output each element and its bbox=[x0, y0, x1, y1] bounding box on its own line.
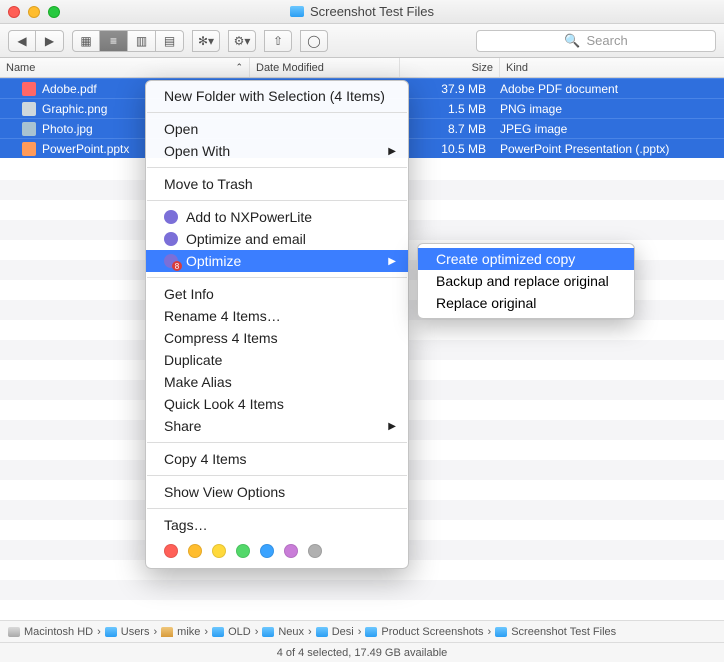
path-crumb[interactable]: OLD bbox=[212, 626, 251, 638]
close-window-button[interactable] bbox=[8, 6, 20, 18]
menu-quicklook[interactable]: Quick Look 4 Items bbox=[146, 393, 408, 415]
tag-blue[interactable] bbox=[260, 544, 274, 558]
submenu-arrow-icon: ▶ bbox=[388, 146, 396, 157]
tag-gray[interactable] bbox=[308, 544, 322, 558]
pdf-icon bbox=[22, 82, 36, 96]
menu-nxp-optimize[interactable]: Optimize▶ bbox=[146, 250, 408, 272]
menu-nxp-email[interactable]: Optimize and email bbox=[146, 228, 408, 250]
tag-yellow[interactable] bbox=[212, 544, 226, 558]
status-text: 4 of 4 selected, 17.49 GB available bbox=[277, 647, 448, 659]
folder-icon bbox=[105, 627, 117, 637]
minimize-window-button[interactable] bbox=[28, 6, 40, 18]
submenu-replace[interactable]: Replace original bbox=[418, 292, 634, 314]
menu-copy[interactable]: Copy 4 Items bbox=[146, 448, 408, 470]
path-bar: Macintosh HD› Users› mike› OLD› Neux› De… bbox=[0, 620, 724, 642]
forward-button[interactable]: ▶ bbox=[36, 30, 64, 52]
menu-new-folder[interactable]: New Folder with Selection (4 Items) bbox=[146, 85, 408, 107]
submenu-create-copy[interactable]: Create optimized copy bbox=[418, 248, 634, 270]
tags-group: ◯ bbox=[300, 30, 328, 52]
path-crumb[interactable]: Macintosh HD bbox=[8, 626, 93, 638]
png-icon bbox=[22, 102, 36, 116]
edit-tags-button[interactable]: ◯ bbox=[300, 30, 328, 52]
nxpowerlite-icon bbox=[164, 232, 178, 246]
folder-icon bbox=[365, 627, 377, 637]
titlebar: Screenshot Test Files bbox=[0, 0, 724, 24]
menu-view-options[interactable]: Show View Options bbox=[146, 481, 408, 503]
pptx-icon bbox=[22, 142, 36, 156]
menu-rename[interactable]: Rename 4 Items… bbox=[146, 305, 408, 327]
traffic-lights bbox=[8, 6, 60, 18]
column-headers: Name ⌃ Date Modified Size Kind bbox=[0, 58, 724, 78]
icon-view-button[interactable]: ▦ bbox=[72, 30, 100, 52]
window-title-area: Screenshot Test Files bbox=[0, 4, 724, 19]
col-date[interactable]: Date Modified bbox=[250, 58, 400, 77]
path-crumb[interactable]: Product Screenshots bbox=[365, 626, 483, 638]
zoom-window-button[interactable] bbox=[48, 6, 60, 18]
col-name[interactable]: Name ⌃ bbox=[0, 58, 250, 77]
folder-icon bbox=[316, 627, 328, 637]
jpg-icon bbox=[22, 122, 36, 136]
share-button[interactable]: ⇧ bbox=[264, 30, 292, 52]
search-placeholder: Search bbox=[586, 33, 627, 48]
menu-tag-colors bbox=[146, 536, 408, 564]
submenu-arrow-icon: ▶ bbox=[388, 256, 396, 267]
back-button[interactable]: ◀ bbox=[8, 30, 36, 52]
path-crumb[interactable]: Desi bbox=[316, 626, 354, 638]
menu-share[interactable]: Share▶ bbox=[146, 415, 408, 437]
nav-buttons: ◀ ▶ bbox=[8, 30, 64, 52]
column-view-button[interactable]: ▥ bbox=[128, 30, 156, 52]
tag-purple[interactable] bbox=[284, 544, 298, 558]
gallery-view-button[interactable]: ▤ bbox=[156, 30, 184, 52]
menu-duplicate[interactable]: Duplicate bbox=[146, 349, 408, 371]
status-bar: 4 of 4 selected, 17.49 GB available bbox=[0, 642, 724, 662]
action-button[interactable]: ⚙▾ bbox=[228, 30, 256, 52]
folder-icon bbox=[212, 627, 224, 637]
menu-alias[interactable]: Make Alias bbox=[146, 371, 408, 393]
view-buttons: ▦ ≡ ▥ ▤ bbox=[72, 30, 184, 52]
submenu-backup-replace[interactable]: Backup and replace original bbox=[418, 270, 634, 292]
context-menu: New Folder with Selection (4 Items) Open… bbox=[145, 80, 409, 569]
nxpowerlite-icon bbox=[164, 254, 178, 268]
sort-indicator-icon: ⌃ bbox=[235, 62, 243, 73]
optimize-submenu: Create optimized copy Backup and replace… bbox=[417, 243, 635, 319]
menu-nxp-add[interactable]: Add to NXPowerLite bbox=[146, 206, 408, 228]
col-size[interactable]: Size bbox=[400, 58, 500, 77]
path-crumb[interactable]: Screenshot Test Files bbox=[495, 626, 616, 638]
submenu-arrow-icon: ▶ bbox=[388, 421, 396, 432]
tag-orange[interactable] bbox=[188, 544, 202, 558]
folder-icon bbox=[290, 6, 304, 17]
col-kind[interactable]: Kind bbox=[500, 58, 724, 77]
toolbar: ◀ ▶ ▦ ≡ ▥ ▤ ✻▾ ⚙▾ ⇧ ◯ 🔍 Search bbox=[0, 24, 724, 58]
search-icon: 🔍 bbox=[564, 33, 580, 49]
share-group: ⇧ bbox=[264, 30, 292, 52]
menu-compress[interactable]: Compress 4 Items bbox=[146, 327, 408, 349]
menu-open-with[interactable]: Open With▶ bbox=[146, 140, 408, 162]
path-crumb[interactable]: Users bbox=[105, 626, 150, 638]
disk-icon bbox=[8, 627, 20, 637]
path-crumb[interactable]: Neux bbox=[262, 626, 304, 638]
home-icon bbox=[161, 627, 173, 637]
tag-green[interactable] bbox=[236, 544, 250, 558]
menu-open[interactable]: Open bbox=[146, 118, 408, 140]
menu-tags[interactable]: Tags… bbox=[146, 514, 408, 536]
arrange-button[interactable]: ✻▾ bbox=[192, 30, 220, 52]
folder-icon bbox=[495, 627, 507, 637]
nxpowerlite-icon bbox=[164, 210, 178, 224]
tag-red[interactable] bbox=[164, 544, 178, 558]
folder-icon bbox=[262, 627, 274, 637]
arrange-group: ✻▾ bbox=[192, 30, 220, 52]
menu-trash[interactable]: Move to Trash bbox=[146, 173, 408, 195]
action-group: ⚙▾ bbox=[228, 30, 256, 52]
path-crumb[interactable]: mike bbox=[161, 626, 200, 638]
window-title: Screenshot Test Files bbox=[310, 4, 434, 19]
list-view-button[interactable]: ≡ bbox=[100, 30, 128, 52]
menu-get-info[interactable]: Get Info bbox=[146, 283, 408, 305]
search-field[interactable]: 🔍 Search bbox=[476, 30, 716, 52]
